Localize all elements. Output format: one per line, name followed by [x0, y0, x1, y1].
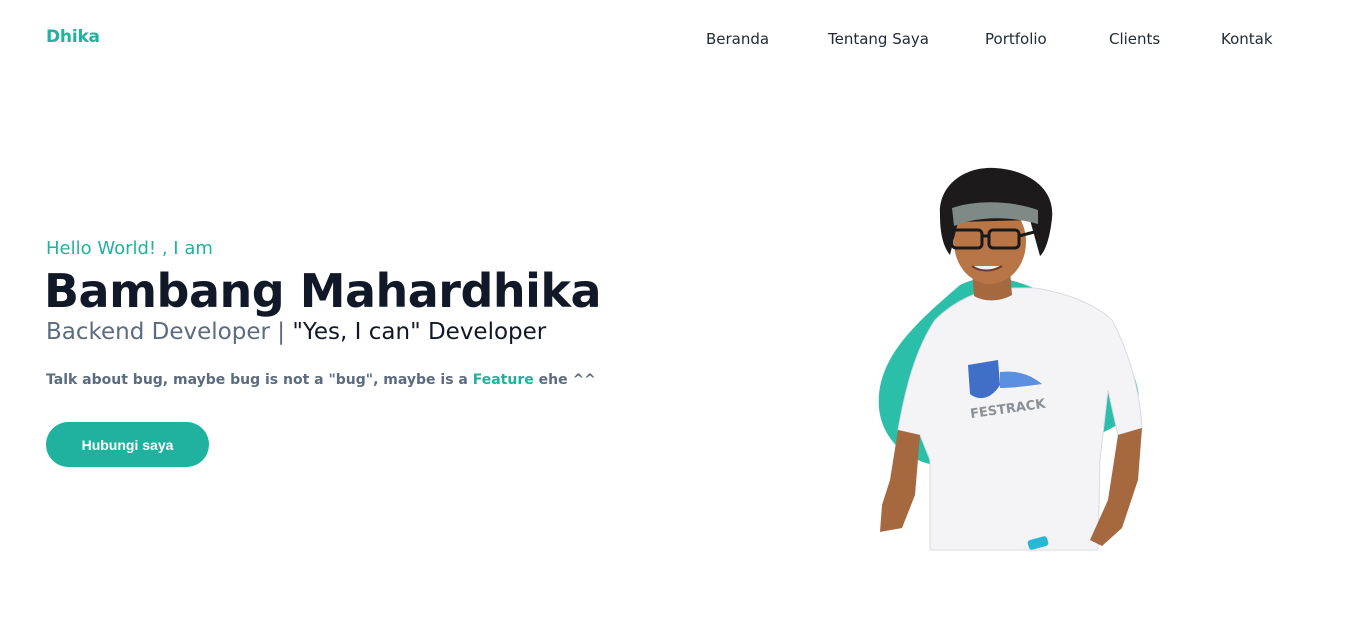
brand-logo[interactable]: Dhika — [46, 27, 100, 47]
tagline-before: Talk about bug, maybe bug is not a "bug"… — [46, 372, 468, 388]
person-left-arm — [880, 430, 920, 532]
nav-item-tentang-saya[interactable]: Tentang Saya — [828, 30, 929, 48]
hero-tagline: Talk about bug, maybe bug is not a "bug"… — [46, 372, 596, 388]
nav-item-kontak[interactable]: Kontak — [1221, 30, 1273, 48]
nav-item-clients[interactable]: Clients — [1109, 30, 1160, 48]
role-primary: Backend Developer | — [46, 319, 286, 345]
nav-item-portfolio[interactable]: Portfolio — [985, 30, 1047, 48]
hero-portrait: FESTRACK — [878, 167, 1143, 551]
page: Dhika Beranda Tentang Saya Portfolio Cli… — [0, 0, 1347, 620]
tagline-highlight: Feature — [472, 372, 534, 388]
hero-greeting: Hello World! , I am — [46, 238, 213, 259]
contact-button[interactable]: Hubungi saya — [46, 422, 209, 467]
hero-role: Backend Developer | "Yes, I can" Develop… — [46, 319, 546, 345]
role-secondary: "Yes, I can" Developer — [292, 319, 547, 345]
hero-name: Bambang Mahardhika — [44, 264, 602, 318]
tagline-after: ehe ^^ — [538, 372, 596, 388]
nav-item-beranda[interactable]: Beranda — [706, 30, 769, 48]
